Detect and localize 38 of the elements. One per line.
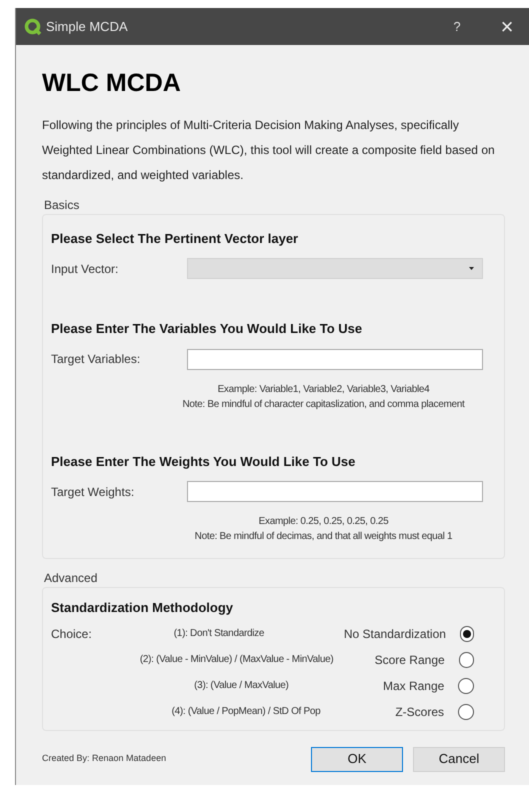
hint-text: Note: Be mindful of character capitaslization, and comma placement <box>182 398 465 412</box>
formula-text: (4): (Value / PopMean) / StD Of Pop <box>172 705 320 719</box>
choice-label: Choice: <box>51 626 92 642</box>
option-label: No Standardization <box>344 626 446 642</box>
close-button[interactable]: × <box>497 16 517 38</box>
window-title: Simple MCDA <box>46 18 128 36</box>
app-logo-icon <box>24 18 42 36</box>
option-label: Score Range <box>374 652 445 668</box>
group-title: Advanced <box>44 570 98 587</box>
dialog-button[interactable]: OK <box>311 746 403 772</box>
section-heading: Standardization Methodology <box>51 599 233 617</box>
help-button[interactable]: ? <box>447 16 467 36</box>
dialog-button[interactable]: Cancel <box>413 746 505 772</box>
hint-text: Example: 0.25, 0.25, 0.25, 0.25 <box>258 515 388 529</box>
hint-text: Example: Variable1, Variable2, Variable3, Variable4 <box>218 382 430 396</box>
input-field[interactable] <box>187 481 483 502</box>
radio-button[interactable] <box>458 652 474 668</box>
credit-text: Created By: Renaon Matadeen <box>42 752 168 766</box>
hint-text: Note: Be mindful of decimas, and that all weights must equal 1 <box>194 530 452 544</box>
field-label: Target Variables: <box>51 351 142 368</box>
section-heading: Please Enter The Variables You Would Like To Use <box>51 320 362 338</box>
page-heading: WLC MCDA <box>42 68 181 99</box>
radio-button[interactable] <box>458 678 474 694</box>
section-heading: Please Select The Pertinent Vector layer <box>51 230 298 248</box>
input-field[interactable] <box>187 348 483 370</box>
caret-icon <box>469 267 474 270</box>
option-label: Z-Scores <box>395 704 444 720</box>
formula-text: (1): Don't Standardize <box>174 627 264 641</box>
option-label: Max Range <box>382 678 444 694</box>
field-label: Input Vector: <box>51 260 120 278</box>
section-heading: Please Enter The Weights You Would Like To Use <box>51 452 356 471</box>
formula-text: (2): (Value - MinValue) / (MaxValue - MinValue) <box>140 653 334 667</box>
radio-button[interactable] <box>460 626 474 642</box>
description-text: Following the principles of Multi-Criteria Decision Making Analyses, specifically Weighted Linear Combinations (WLC), this tool will create a composite field based on standardized, and weighted variables. <box>42 116 496 184</box>
group-title: Basics <box>44 196 80 214</box>
radio-button[interactable] <box>458 704 474 720</box>
field-label: Target Weights: <box>51 484 136 500</box>
formula-text: (3): (Value / MaxValue) <box>194 679 289 693</box>
